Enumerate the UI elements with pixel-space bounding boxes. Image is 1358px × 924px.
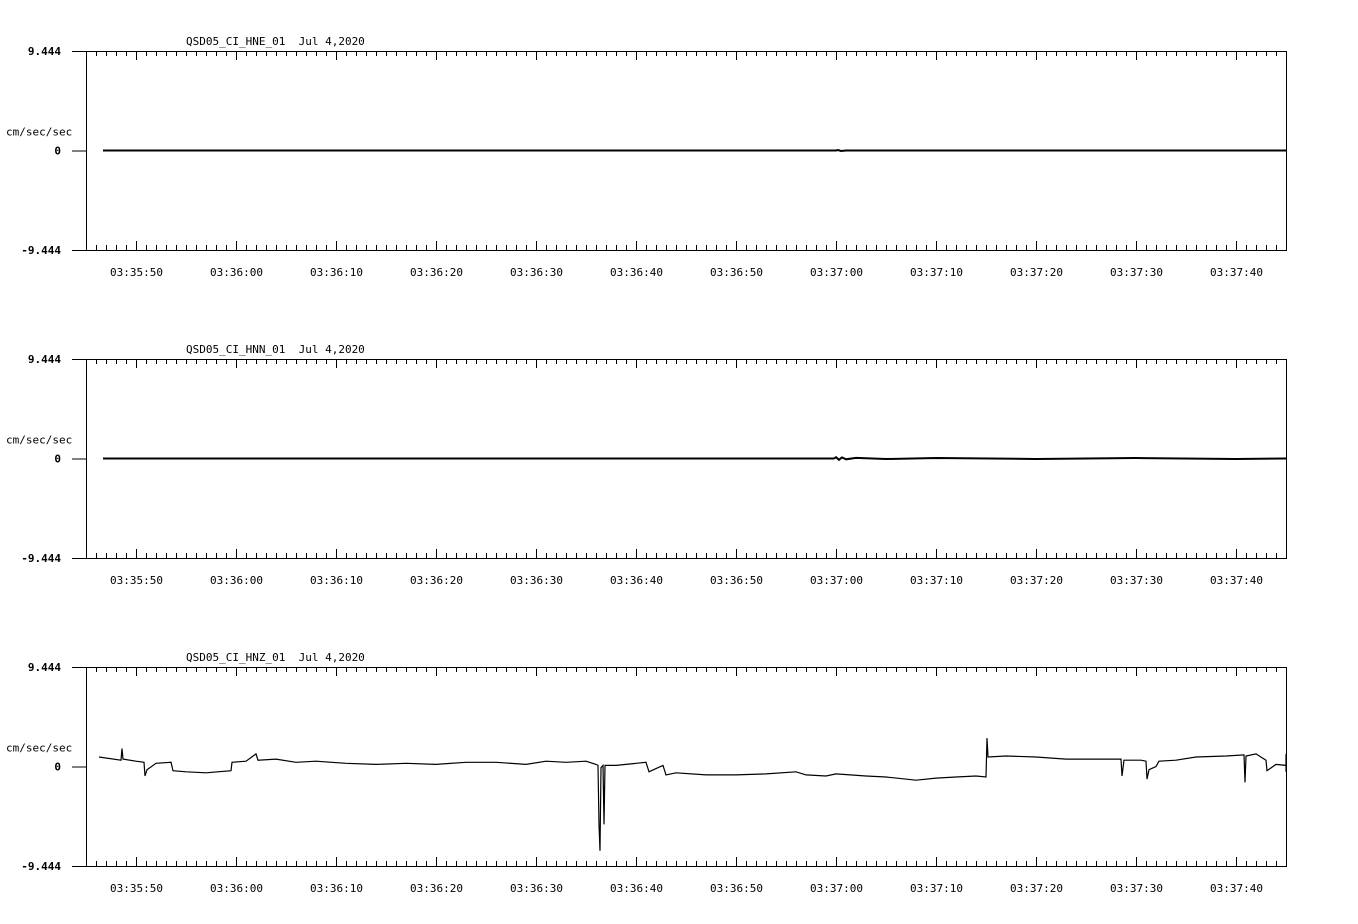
y-axis-label: cm/sec/sec [6,126,72,139]
x-tick-label: 03:36:40 [610,266,663,279]
x-tick-label: 03:36:00 [210,266,263,279]
x-tick-label: 03:37:30 [1110,574,1163,587]
waveform-trace [103,148,1286,153]
x-tick-label: 03:36:20 [410,574,463,587]
x-tick-label: 03:37:20 [1010,882,1063,895]
x-tick-label: 03:37:00 [810,882,863,895]
trace-panel-2: QSD05_CI_HNN_01 Jul 4,2020 cm/sec/sec 9.44… [6,343,1287,587]
x-tick-label: 03:37:30 [1110,882,1163,895]
plot-frame [86,667,1287,867]
y-axis-label: cm/sec/sec [6,434,72,447]
x-tick-label: 03:36:40 [610,882,663,895]
x-tick-label: 03:35:50 [110,882,163,895]
x-tick-label: 03:36:30 [510,882,563,895]
x-tick-label: 03:37:00 [810,266,863,279]
trace-panel-1: QSD05_CI_HNE_01 Jul 4,2020 cm/sec/sec 9.44… [6,35,1287,279]
x-tick-label: 03:35:50 [110,266,163,279]
x-tick-label: 03:37:30 [1110,266,1163,279]
x-tick-label: 03:36:10 [310,882,363,895]
x-tick-label: 03:36:00 [210,882,263,895]
x-tick-label: 03:37:10 [910,266,963,279]
panel-title: QSD05_CI_HNE_01 Jul 4,2020 [186,35,365,48]
y-tick-label: -9.444 [21,552,61,565]
x-tick-label: 03:36:50 [710,266,763,279]
x-tick-label: 03:36:40 [610,574,663,587]
x-tick-label: 03:36:10 [310,266,363,279]
y-tick-label: -9.444 [21,860,61,873]
x-tick-label: 03:37:20 [1010,574,1063,587]
x-tick-label: 03:35:50 [110,574,163,587]
x-tick-label: 03:36:00 [210,574,263,587]
y-tick-label: 0 [54,453,61,466]
x-tick-label: 03:36:30 [510,266,563,279]
x-tick-label: 03:36:50 [710,882,763,895]
x-tick-label: 03:37:40 [1210,266,1263,279]
x-tick-label: 03:37:40 [1210,574,1263,587]
panel-title: QSD05_CI_HNZ_01 Jul 4,2020 [186,651,365,664]
waveform-trace [98,738,1287,851]
y-tick-label: 0 [54,145,61,158]
y-tick-label: 9.444 [28,353,61,366]
x-tick-label: 03:37:00 [810,574,863,587]
panel-title: QSD05_CI_HNN_01 Jul 4,2020 [186,343,365,356]
y-tick-label: -9.444 [21,244,61,257]
x-tick-label: 03:37:10 [910,574,963,587]
x-tick-label: 03:37:40 [1210,882,1263,895]
y-tick-label: 9.444 [28,661,61,674]
y-tick-label: 9.444 [28,45,61,58]
x-tick-label: 03:36:50 [710,574,763,587]
x-tick-label: 03:36:20 [410,882,463,895]
y-tick-label: 0 [54,761,61,774]
y-axis-label: cm/sec/sec [6,742,72,755]
x-tick-label: 03:36:20 [410,266,463,279]
x-tick-label: 03:36:30 [510,574,563,587]
x-tick-label: 03:37:20 [1010,266,1063,279]
seismogram-chart: QSD05_CI_HNE_01 Jul 4,2020 cm/sec/sec 9.44… [6,35,1287,895]
x-tick-label: 03:36:10 [310,574,363,587]
x-tick-label: 03:37:10 [910,882,963,895]
trace-panel-3: QSD05_CI_HNZ_01 Jul 4,2020 cm/sec/sec 9.44… [6,651,1287,895]
waveform-trace [103,455,1287,462]
